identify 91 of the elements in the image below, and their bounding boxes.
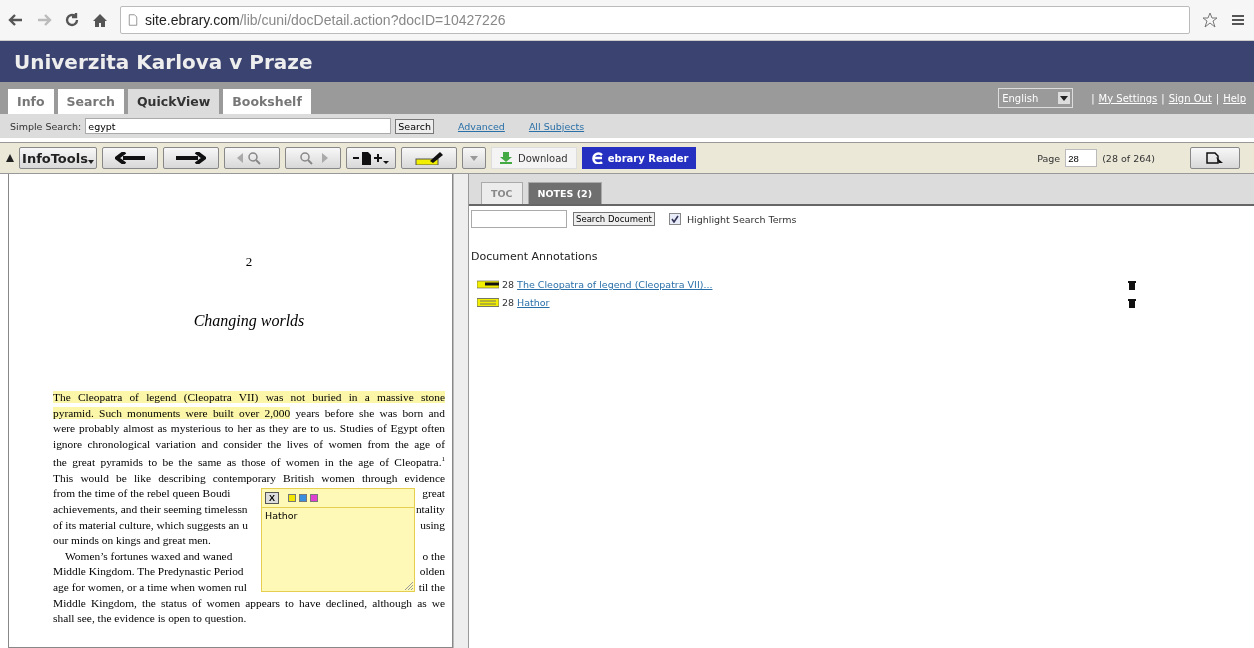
reader-button[interactable]: ebrary Reader [581, 147, 697, 169]
page-icon [127, 13, 139, 27]
search-link[interactable]: All Subjects [528, 120, 585, 132]
nav-tab[interactable]: QuickView [127, 89, 220, 114]
reload-icon[interactable] [64, 12, 80, 28]
note-text[interactable]: Hathor [262, 508, 414, 523]
highlighter-icon [414, 151, 444, 165]
address-bar[interactable]: site.ebrary.com/lib/cuni/docDetail.action?docID=10427226 [120, 6, 1190, 34]
home-icon[interactable] [92, 12, 108, 28]
color-swatch[interactable] [288, 494, 296, 502]
text-line: our minds on kings and great men. [53, 533, 212, 549]
more-button[interactable] [462, 147, 486, 169]
note-popup[interactable]: X Hathor [261, 488, 415, 592]
previous-page-button[interactable] [102, 147, 158, 169]
separator: | [1161, 92, 1165, 104]
annotations-heading: Document Annotations [471, 250, 599, 263]
text-fragment: til the [418, 579, 445, 595]
note-icon [477, 298, 499, 307]
text-fragment: great [422, 486, 445, 502]
resize-grip-icon[interactable] [404, 581, 413, 590]
highlighter-icon [477, 280, 499, 289]
reader-logo-icon [589, 152, 604, 164]
text-line: shall see, the evidence is open to question. [53, 611, 248, 627]
separator: | [1091, 92, 1095, 104]
nav-tab[interactable]: Info [8, 89, 54, 114]
text-fragment: achievements, and their seeming timelessn [53, 501, 248, 517]
back-icon[interactable] [8, 12, 24, 28]
fit-page-button[interactable] [1190, 147, 1240, 169]
page-add-button[interactable] [346, 147, 396, 169]
next-hit-button[interactable] [285, 147, 341, 169]
download-button[interactable]: Download [491, 147, 577, 169]
text-fragment: from the time of the rebel queen Boudi [53, 486, 231, 502]
color-swatch[interactable] [299, 494, 307, 502]
text-line: This would be like describing contemporary British women through evidence [53, 470, 445, 486]
color-swatch[interactable] [310, 494, 318, 502]
star-icon[interactable] [1202, 12, 1218, 28]
page-field[interactable]: 28 [1065, 149, 1098, 167]
page-number: 2 [244, 254, 254, 270]
search-label: Simple Search: [10, 120, 82, 132]
site-title: Univerzita Karlova v Praze [14, 49, 313, 74]
page-plus-icon [353, 151, 389, 165]
text-line: ignore chronological variation and consider the lives of women from the age of [53, 436, 445, 452]
text-fragment: Middle Kingdom. The Predynastic Period [53, 564, 244, 580]
nav-tab[interactable]: Bookshelf [223, 89, 311, 114]
download-icon [500, 152, 512, 164]
search-document-button[interactable]: Search Document [573, 212, 655, 226]
text-line: Middle Kingdom, the status of women appears to have declined, although as we [53, 595, 445, 611]
next-page-button[interactable] [163, 147, 219, 169]
caret-icon [87, 160, 94, 164]
chapter-title: Changing worlds [192, 312, 306, 330]
annotation-link[interactable]: Hathor [517, 297, 550, 308]
page-count: (28 of 264) [1102, 152, 1155, 164]
document-search-field[interactable] [471, 210, 567, 228]
page-cursor-icon [1206, 152, 1224, 164]
annotation-link[interactable]: The Cleopatra of legend (Cleopatra VII)... [517, 279, 713, 290]
text-fragment: ntality [415, 501, 445, 517]
text-fragment: o the [422, 548, 445, 564]
close-button[interactable]: X [265, 492, 279, 504]
separator: | [1215, 92, 1220, 104]
text-line: pyramid. Such monuments were built over 2,000 years before she was born and [53, 405, 445, 421]
text-fragment: olden [419, 564, 445, 580]
text-fragment: age for women, or a time when women rul [53, 579, 247, 595]
text-fragment: Women’s fortunes waxed and waned [65, 548, 233, 564]
left-arrow-icon [115, 152, 145, 164]
page-reference: 28 [502, 279, 515, 290]
dropdown-icon [470, 155, 478, 161]
panel-tab[interactable]: NOTES (2) [527, 182, 602, 204]
infotools-button[interactable]: InfoTools [19, 147, 97, 169]
scrollbar[interactable] [453, 174, 468, 648]
right-arrow-icon [176, 152, 206, 164]
page-label: Page [1037, 152, 1061, 164]
search-field[interactable]: egypt [85, 118, 392, 134]
previous-hit-button[interactable] [224, 147, 280, 169]
page-reference: 28 [502, 297, 515, 308]
highlight-button[interactable] [401, 147, 457, 169]
menu-icon[interactable] [1230, 12, 1246, 28]
text-fragment: of its material culture, which suggests an u [53, 517, 248, 533]
search-link[interactable]: Advanced [457, 120, 505, 132]
collapse-icon[interactable] [6, 154, 14, 162]
text-fragment: using [420, 517, 445, 533]
trash-icon[interactable] [1128, 297, 1136, 308]
trash-icon[interactable] [1128, 279, 1136, 290]
panel-tab[interactable]: TOC [481, 182, 523, 204]
dropdown-icon [1060, 95, 1069, 101]
nav-tab[interactable]: Search [57, 89, 124, 114]
text-line: were probably almost as mysterious to her as they are to us. Studies of Egypt often [53, 421, 445, 437]
text-line: the great pyramids to be the same as those of women in the age of Cleopatra.$^{1}$ [53, 454, 445, 471]
checkbox-label: Highlight Search Terms [686, 213, 797, 225]
search-forward-icon [298, 151, 328, 165]
highlight-checkbox[interactable] [668, 213, 681, 225]
search-button[interactable]: Search [395, 118, 434, 134]
